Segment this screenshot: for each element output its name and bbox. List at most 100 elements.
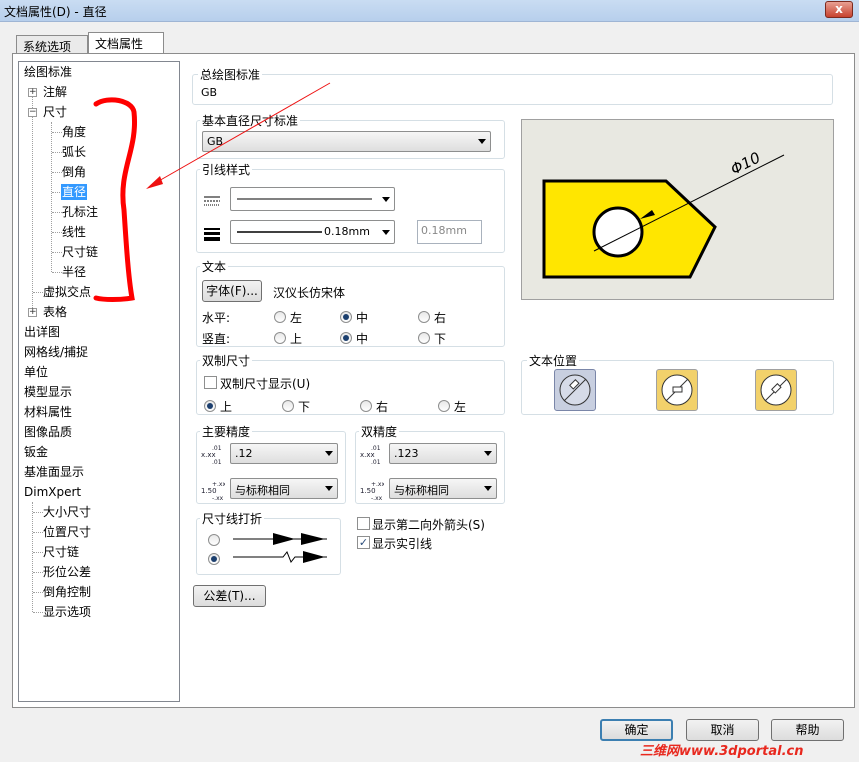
dual-tolerance-precision-select[interactable]: 与标称相同 xyxy=(389,478,497,499)
custom-thickness-input[interactable]: 0.18mm xyxy=(417,220,482,244)
dual-display-label: 双制尺寸显示(U) xyxy=(220,377,311,391)
tree-item-chamfer[interactable]: 倒角 xyxy=(62,164,86,180)
tree-item-diameter[interactable]: 直径 xyxy=(61,184,88,200)
collapse-icon[interactable]: − xyxy=(28,108,37,117)
font-button[interactable]: 字体(F)... xyxy=(202,280,262,302)
tree-item-model-display[interactable]: 模型显示 xyxy=(24,384,72,400)
primary-tolerance-precision-select[interactable]: 与标称相同 xyxy=(230,478,338,499)
watermark-text: 三维网www.3dportal.cn xyxy=(640,744,804,759)
straight-dimension-line-icon xyxy=(233,533,327,545)
tree-item-drafting-standard[interactable]: 绘图标准 xyxy=(24,64,72,80)
dual-precision-icon: .01 x.xx .01 xyxy=(360,445,381,465)
text-position-group: 文本位置 xyxy=(521,352,834,415)
expand-icon[interactable]: + xyxy=(28,308,37,317)
tree-item-sheet-metal[interactable]: 钣金 xyxy=(24,444,48,460)
h-left-radio[interactable] xyxy=(274,311,286,323)
v-top-radio[interactable] xyxy=(274,332,286,344)
text-position-aligned-button[interactable] xyxy=(656,369,698,411)
base-standard-select[interactable]: GB xyxy=(202,131,491,152)
leader-style-group: 引线样式 0.18mm 0.18mm xyxy=(196,161,505,253)
dual-left-radio[interactable] xyxy=(438,400,450,412)
tree-item-location-dimension[interactable]: 位置尺寸 xyxy=(43,524,91,540)
overall-standard-group: 总绘图标准 GB xyxy=(192,66,833,105)
tree-item-chain-dimension[interactable]: 尺寸链 xyxy=(43,544,79,560)
v-bottom-radio[interactable] xyxy=(418,332,430,344)
tree-item-dimensions[interactable]: 尺寸 xyxy=(43,104,67,120)
primary-precision-select[interactable]: .12 xyxy=(230,443,338,464)
v-middle-radio[interactable] xyxy=(340,332,352,344)
break-style-jog-radio[interactable] xyxy=(208,553,220,565)
h-left-label: 左 xyxy=(290,311,303,325)
ok-button[interactable]: 确定 xyxy=(600,719,673,741)
options-tree[interactable]: + − + 绘图标准 注解 尺寸 角度 弧长 倒角 直径 孔标注 线性 尺寸链 … xyxy=(18,61,180,702)
svg-text:.01: .01 xyxy=(212,459,222,465)
h-center-radio[interactable] xyxy=(340,311,352,323)
text-position-inline-button[interactable] xyxy=(554,369,596,411)
vertical-label: 竖直: xyxy=(202,332,231,346)
tree-item-grid-snap[interactable]: 网格线/捕捉 xyxy=(24,344,88,360)
svg-text:-.xx: -.xx xyxy=(212,495,224,501)
tree-item-annotations[interactable]: 注解 xyxy=(43,84,67,100)
svg-text:x.xx: x.xx xyxy=(360,451,375,459)
h-right-radio[interactable] xyxy=(418,311,430,323)
dual-dimensions-group: 双制尺寸 双制尺寸显示(U) 上 下 右 左 xyxy=(196,352,505,415)
expand-icon[interactable]: + xyxy=(28,88,37,97)
tree-item-radius[interactable]: 半径 xyxy=(62,264,86,280)
second-arrow-checkbox[interactable] xyxy=(357,517,370,530)
dual-top-label: 上 xyxy=(220,400,233,414)
dual-tolerance-precision-value: 与标称相同 xyxy=(394,484,449,497)
tree-item-hole-callout[interactable]: 孔标注 xyxy=(62,204,98,220)
tree-item-image-quality[interactable]: 图像品质 xyxy=(24,424,72,440)
tree-item-material-properties[interactable]: 材料属性 xyxy=(24,404,72,420)
dual-display-checkbox[interactable] xyxy=(204,376,217,389)
solid-line-sample xyxy=(237,198,372,200)
tree-item-tables[interactable]: 表格 xyxy=(43,304,67,320)
tree-item-plane-display[interactable]: 基准面显示 xyxy=(24,464,84,480)
tree-item-detailing[interactable]: 出详图 xyxy=(24,324,60,340)
tree-item-virtual-sharp[interactable]: 虚拟交点 xyxy=(43,284,91,300)
tree-item-linear[interactable]: 线性 xyxy=(62,224,86,240)
tree-item-units[interactable]: 单位 xyxy=(24,364,48,380)
tab-document-properties[interactable]: 文档属性(D) xyxy=(88,32,164,66)
dual-right-radio[interactable] xyxy=(360,400,372,412)
dual-precision-select[interactable]: .123 xyxy=(389,443,497,464)
tab-system-options[interactable]: 系统选项(S) xyxy=(16,35,88,69)
break-style-straight-radio[interactable] xyxy=(208,534,220,546)
solid-leader-checkbox[interactable]: ✓ xyxy=(357,536,370,549)
help-button[interactable]: 帮助 xyxy=(771,719,844,741)
base-standard-group: 基本直径尺寸标准 GB xyxy=(196,112,505,159)
preview-drawing: Φ10 xyxy=(542,148,785,279)
tree-item-angle[interactable]: 角度 xyxy=(62,124,86,140)
primary-tolerance-precision-value: 与标称相同 xyxy=(235,484,290,497)
line-thickness-icon xyxy=(204,228,220,241)
tree-item-arc-length[interactable]: 弧长 xyxy=(62,144,86,160)
v-bottom-label: 下 xyxy=(434,332,447,346)
tree-item-dimension-chain[interactable]: 尺寸链 xyxy=(62,244,98,260)
svg-text:-.xx: -.xx xyxy=(371,495,383,501)
thickness-line-sample xyxy=(237,231,322,233)
text-group-title: 文本 xyxy=(200,258,229,275)
dual-right-label: 右 xyxy=(376,400,389,414)
dual-top-radio[interactable] xyxy=(204,400,216,412)
line-style-select[interactable] xyxy=(230,187,395,211)
primary-precision-title: 主要精度 xyxy=(200,423,253,440)
tree-item-dimxpert[interactable]: DimXpert xyxy=(24,484,81,500)
text-position-horizontal-button[interactable] xyxy=(755,369,797,411)
title-bar: 文档属性(D) - 直径 x xyxy=(0,0,859,22)
second-arrow-label: 显示第二向外箭头(S) xyxy=(372,518,485,532)
svg-text:.01: .01 xyxy=(371,459,381,465)
base-standard-title: 基本直径尺寸标准 xyxy=(200,112,301,129)
tree-item-size-dimension[interactable]: 大小尺寸 xyxy=(43,504,91,520)
dual-left-label: 左 xyxy=(454,400,467,414)
tolerance-button[interactable]: 公差(T)... xyxy=(193,585,266,607)
cancel-button[interactable]: 取消 xyxy=(686,719,759,741)
h-right-label: 右 xyxy=(434,311,447,325)
tree-item-geometric-tolerance[interactable]: 形位公差 xyxy=(43,564,91,580)
line-thickness-select[interactable]: 0.18mm xyxy=(230,220,395,244)
tree-item-display-options[interactable]: 显示选项 xyxy=(43,604,91,620)
jogged-dimension-line-icon xyxy=(233,551,327,563)
v-middle-label: 中 xyxy=(356,332,369,346)
close-button[interactable]: x xyxy=(825,1,853,18)
dual-bottom-radio[interactable] xyxy=(282,400,294,412)
tree-item-chamfer-controls[interactable]: 倒角控制 xyxy=(43,584,91,600)
